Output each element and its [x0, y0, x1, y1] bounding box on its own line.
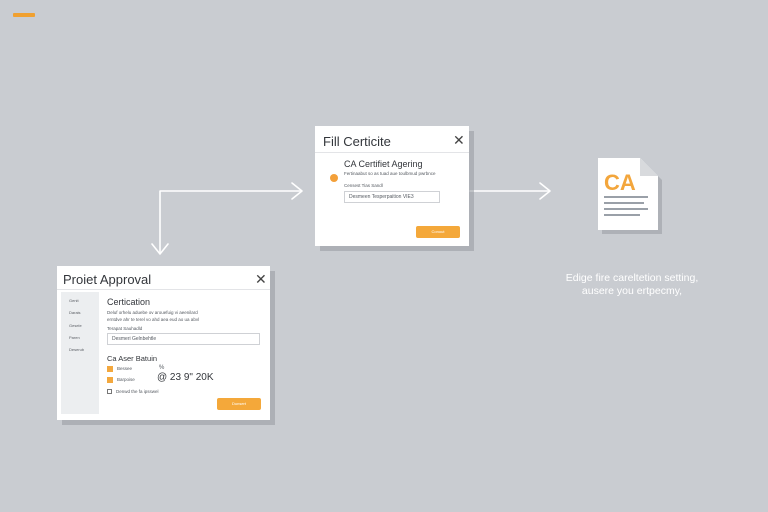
- option-2-swatch-icon: [107, 377, 113, 383]
- sidebar-item-3[interactable]: Gesele: [69, 323, 82, 328]
- caption-line-1: Edige fire careltetion setting,: [565, 272, 699, 284]
- approval-field[interactable]: Desmeri Gelnbehtle: [107, 333, 260, 345]
- confirm-checkbox-label: Denwd the fa ipsswel: [116, 389, 159, 394]
- certificate-section-heading: CA Certifiet Agering: [344, 159, 423, 169]
- arrow-up-right: [159, 190, 301, 253]
- caption-line-2: ausere you ertpecmy,: [581, 285, 683, 297]
- certificate-dialog: Fill Certicite ✕ CA Certifiet Agering Fe…: [315, 126, 469, 246]
- document-icon: CA: [598, 158, 664, 241]
- approval-subsection-heading: Ca Aser Batuin: [107, 354, 158, 363]
- certificate-submit-button[interactable]: Conout: [416, 226, 460, 238]
- approval-section-heading: Certication: [107, 297, 151, 307]
- close-icon[interactable]: ✕: [453, 133, 465, 147]
- flow-arrows: [151, 182, 551, 255]
- certificate-field-label: Censest Tias Sandl: [344, 183, 383, 188]
- approval-description-line-1: Deluf orhelu aduebe ov arouefuig vi aeen…: [107, 310, 198, 315]
- approval-description-line-2: erntdve ahr te terel vo ahd aea eud ao u…: [107, 317, 200, 322]
- certificate-dialog-title: Fill Certicite: [323, 134, 391, 149]
- sidebar-item-5[interactable]: Deserub: [69, 347, 84, 352]
- option-2-value: @ 23 9" 20K: [157, 372, 214, 383]
- close-icon[interactable]: ✕: [255, 272, 267, 286]
- certificate-field[interactable]: Desmeen Tesperpaition VIE3: [344, 191, 440, 203]
- approval-dialog-title: Proiet Approval: [63, 272, 152, 287]
- document-icon-label: CA: [604, 170, 636, 195]
- approval-dialog: Proiet Approval ✕ Genit Darais Gesele Pa…: [57, 266, 270, 420]
- sidebar-item-4[interactable]: Paren: [69, 335, 80, 340]
- sidebar-item-2[interactable]: Darais: [69, 310, 81, 315]
- certificate-description: Fertinaabut so as tuad aue toulbmud pwrb…: [344, 171, 436, 176]
- option-1-value: %: [159, 365, 165, 371]
- sidebar-item-1[interactable]: Genit: [69, 298, 79, 303]
- approval-submit-button[interactable]: Dunsert: [217, 398, 261, 410]
- option-2-label: Barpoise: [117, 377, 135, 382]
- approval-sidebar: Genit Darais Gesele Paren Deserub: [61, 292, 99, 414]
- approval-field-label: Terapat Sauhadld: [107, 326, 143, 331]
- option-1-label: Bessee: [117, 366, 133, 371]
- confirm-checkbox[interactable]: [107, 389, 112, 394]
- approval-dialog-divider: [57, 289, 270, 290]
- certificate-dialog-divider: [315, 152, 469, 153]
- option-1-swatch-icon: [107, 366, 113, 372]
- status-dot-icon: [330, 174, 338, 182]
